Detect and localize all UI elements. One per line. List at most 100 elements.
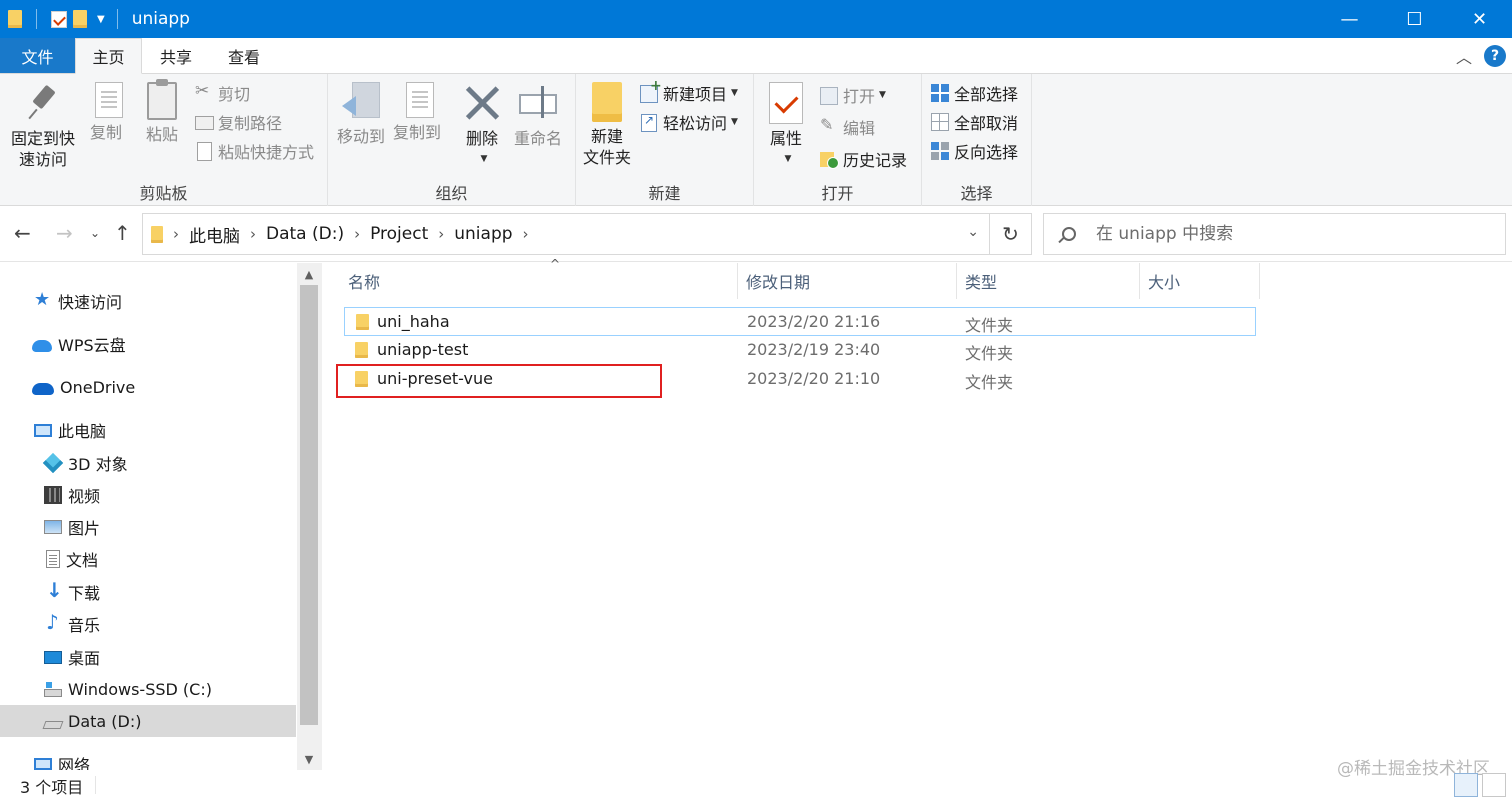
scroll-up-icon[interactable]: ▲	[297, 263, 321, 285]
breadcrumb-separator-icon[interactable]: ›	[354, 225, 360, 243]
help-icon[interactable]: ?	[1484, 45, 1506, 67]
nav-drive-c[interactable]: Windows-SSD (C:)	[0, 673, 296, 705]
copy-to-icon	[405, 82, 434, 118]
minimize-button[interactable]: —	[1317, 0, 1382, 38]
scroll-down-icon[interactable]: ▼	[297, 748, 321, 770]
move-to-button[interactable]: 移动到	[336, 82, 386, 147]
breadcrumb-separator-icon[interactable]: ›	[438, 225, 444, 243]
tab-home[interactable]: 主页	[75, 38, 142, 74]
forward-arrow-icon[interactable]: →	[56, 221, 73, 245]
move-to-icon	[342, 82, 380, 122]
item-count: 3 个项目	[20, 778, 84, 797]
new-folder-button[interactable]: 新建 文件夹	[582, 82, 632, 168]
breadcrumb-project[interactable]: Project	[370, 224, 428, 244]
breadcrumb-separator-icon[interactable]: ›	[523, 225, 529, 243]
invert-selection-icon	[931, 142, 949, 160]
new-item-button[interactable]: 新建项目 ▼	[640, 78, 738, 106]
select-group-label: 选择	[960, 184, 993, 203]
edit-button[interactable]: 编辑	[820, 114, 875, 140]
column-name[interactable]: 名称 ^	[340, 257, 738, 299]
tab-file[interactable]: 文件	[0, 38, 75, 73]
nav-item-label: 下载	[68, 584, 101, 603]
refresh-button[interactable]: ↻	[990, 213, 1032, 255]
nav-drive-d[interactable]: Data (D:)	[0, 705, 296, 737]
easy-access-button[interactable]: 轻松访问 ▼	[640, 109, 738, 135]
select-none-button[interactable]: 全部取消	[931, 109, 1018, 135]
nav-item-label: 此电脑	[58, 422, 107, 441]
recent-locations-icon[interactable]: ⌄	[90, 226, 100, 240]
back-arrow-icon[interactable]: ←	[14, 221, 31, 245]
breadcrumb-uniapp[interactable]: uniapp	[454, 224, 512, 244]
close-button[interactable]: ✕	[1447, 0, 1512, 38]
column-modified[interactable]: 修改日期	[738, 263, 957, 299]
nav-quick-access[interactable]: 快速访问	[0, 285, 296, 317]
breadcrumb-this-pc[interactable]: 此电脑	[189, 222, 240, 247]
properties-dropdown-icon[interactable]: ▼	[785, 149, 792, 170]
nav-downloads[interactable]: 下载	[0, 576, 296, 608]
large-icons-view-icon[interactable]	[1482, 773, 1506, 797]
column-type[interactable]: 类型	[957, 263, 1140, 299]
new-folder-label-line2: 文件夹	[582, 148, 631, 167]
table-row[interactable]: uniapp-test 2023/2/19 23:40 文件夹	[344, 336, 1256, 365]
copy-to-button[interactable]: 复制到	[392, 82, 442, 143]
nav-3d-objects[interactable]: 3D 对象	[0, 447, 296, 479]
invert-selection-button[interactable]: 反向选择	[931, 138, 1018, 164]
history-button[interactable]: 历史记录	[820, 146, 907, 172]
file-type: 文件夹	[965, 373, 1014, 392]
new-folder-icon[interactable]	[73, 10, 87, 28]
details-view-icon[interactable]	[1454, 773, 1478, 797]
breadcrumb-separator-icon[interactable]: ›	[173, 225, 179, 243]
ribbon: 固定到快 速访问 复制 粘贴 剪切 复制路径 粘贴快捷方式 剪贴板 移动到	[0, 74, 1512, 206]
easy-access-dropdown-icon[interactable]: ▼	[731, 117, 738, 127]
nav-pane-scrollbar[interactable]: ▲ ▼	[297, 263, 321, 770]
column-size[interactable]: 大小	[1140, 263, 1260, 299]
copy-path-button[interactable]: 复制路径	[195, 109, 282, 135]
up-arrow-icon[interactable]: ↑	[114, 221, 131, 245]
table-row[interactable]: uni_haha 2023/2/20 21:16 文件夹	[344, 307, 1256, 336]
search-input[interactable]	[1096, 224, 1476, 244]
properties-icon[interactable]	[51, 10, 67, 28]
nav-wps-cloud[interactable]: WPS云盘	[0, 328, 296, 360]
tab-view[interactable]: 查看	[210, 38, 278, 73]
nav-music[interactable]: 音乐	[0, 608, 296, 640]
nav-documents[interactable]: 文档	[0, 543, 296, 575]
delete-button[interactable]: 删除 ▼	[460, 82, 504, 170]
highlight-annotation-box	[336, 364, 662, 398]
open-button[interactable]: 打开 ▼	[820, 82, 886, 108]
select-all-button[interactable]: 全部选择	[931, 80, 1018, 106]
scrollbar-thumb[interactable]	[300, 285, 318, 725]
properties-button[interactable]: 属性 ▼	[764, 82, 808, 170]
cut-button[interactable]: 剪切	[195, 80, 250, 106]
cube-icon	[42, 452, 64, 474]
breadcrumb-data-d[interactable]: Data (D:)	[266, 224, 344, 244]
maximize-button[interactable]: ☐	[1382, 0, 1447, 38]
nav-onedrive[interactable]: OneDrive	[0, 371, 296, 403]
navigation-bar: ← → ⌄ ↑ › 此电脑 › Data (D:) › Project › un…	[0, 206, 1512, 262]
collapse-ribbon-icon[interactable]: ︿	[1456, 44, 1472, 68]
rename-button[interactable]: 重命名	[512, 82, 564, 149]
copy-button[interactable]: 复制	[84, 82, 128, 143]
edit-icon	[820, 115, 838, 136]
nav-network[interactable]: 网络	[0, 748, 296, 770]
paste-shortcut-button[interactable]: 粘贴快捷方式	[195, 138, 314, 164]
nav-desktop[interactable]: 桌面	[0, 641, 296, 673]
address-bar[interactable]: › 此电脑 › Data (D:) › Project › uniapp › ⌄	[142, 213, 990, 255]
tab-share[interactable]: 共享	[142, 38, 210, 73]
nav-item-label: 文档	[66, 551, 99, 570]
pin-quick-access-button[interactable]: 固定到快 速访问	[8, 82, 78, 170]
breadcrumb-separator-icon[interactable]: ›	[250, 225, 256, 243]
new-folder-label-line1: 新建	[590, 127, 623, 146]
nav-item-label: WPS云盘	[58, 336, 126, 355]
nav-this-pc[interactable]: 此电脑	[0, 414, 296, 446]
paste-button[interactable]: 粘贴	[140, 79, 184, 145]
nav-pictures[interactable]: 图片	[0, 511, 296, 543]
open-dropdown-icon[interactable]: ▼	[879, 90, 886, 100]
chevron-down-icon[interactable]: ⌄	[967, 224, 979, 240]
new-item-dropdown-icon[interactable]: ▼	[731, 88, 738, 98]
delete-dropdown-icon[interactable]: ▼	[481, 149, 488, 170]
nav-videos[interactable]: 视频	[0, 479, 296, 511]
music-icon	[44, 610, 62, 634]
qat-customize-icon[interactable]: ▼	[97, 14, 105, 25]
pin-icon	[24, 82, 62, 124]
search-box[interactable]	[1043, 213, 1506, 255]
